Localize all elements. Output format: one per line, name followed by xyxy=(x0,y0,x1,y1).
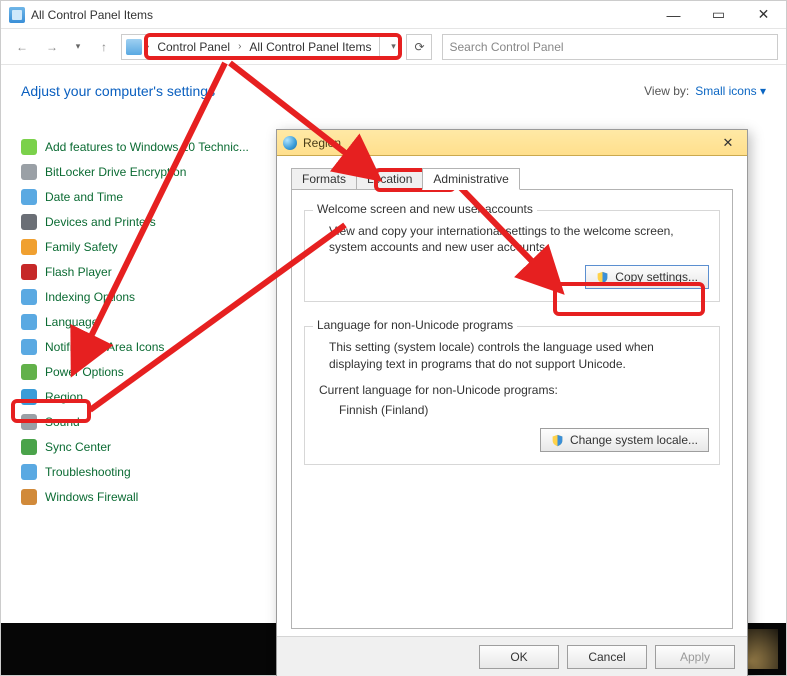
item-icon xyxy=(21,139,37,155)
group-desc: View and copy your international setting… xyxy=(329,223,709,255)
item-icon xyxy=(21,489,37,505)
welcome-screen-group: Welcome screen and new user accounts Vie… xyxy=(304,210,720,302)
breadcrumb-segment[interactable]: All Control Panel Items xyxy=(245,40,375,54)
refresh-button[interactable]: ⟳ xyxy=(406,34,432,60)
shield-icon xyxy=(596,271,609,284)
group-legend: Language for non-Unicode programs xyxy=(313,318,517,332)
item-icon xyxy=(21,364,37,380)
chevron-down-icon: ▾ xyxy=(760,84,766,98)
breadcrumb-icon xyxy=(126,39,142,55)
page-title: Adjust your computer's settings xyxy=(21,83,215,99)
item-label: Windows Firewall xyxy=(45,490,138,504)
tab-panel-administrative: Welcome screen and new user accounts Vie… xyxy=(291,189,733,629)
non-unicode-group: Language for non-Unicode programs This s… xyxy=(304,326,720,465)
breadcrumb-segment[interactable]: Control Panel xyxy=(153,40,234,54)
item-label: Notification Area Icons xyxy=(45,340,164,354)
navigation-bar: ← → ▾ ↑ › Control Panel › All Control Pa… xyxy=(1,29,786,65)
item-label: Add features to Windows 10 Technic... xyxy=(45,140,249,154)
cancel-button[interactable]: Cancel xyxy=(567,645,647,669)
group-legend: Welcome screen and new user accounts xyxy=(313,202,537,216)
item-label: Devices and Printers xyxy=(45,215,156,229)
window-title: All Control Panel Items xyxy=(31,8,153,22)
chevron-right-icon: › xyxy=(238,41,241,52)
item-icon xyxy=(21,164,37,180)
item-label: Sync Center xyxy=(45,440,111,454)
item-icon xyxy=(21,289,37,305)
search-input[interactable]: Search Control Panel xyxy=(442,34,778,60)
item-icon xyxy=(21,189,37,205)
search-placeholder: Search Control Panel xyxy=(449,40,563,54)
dialog-titlebar: Region ✕ xyxy=(277,130,747,156)
copy-settings-button[interactable]: Copy settings... xyxy=(585,265,709,289)
history-dropdown[interactable]: ▾ xyxy=(69,41,87,52)
titlebar: All Control Panel Items — ▭ ✕ xyxy=(1,1,786,29)
forward-button[interactable]: → xyxy=(39,34,65,60)
maximize-button[interactable]: ▭ xyxy=(696,1,741,29)
dialog-title: Region xyxy=(303,136,341,150)
item-label: Region xyxy=(45,390,83,404)
tab-formats[interactable]: Formats xyxy=(291,168,357,190)
change-system-locale-button[interactable]: Change system locale... xyxy=(540,428,709,452)
item-icon xyxy=(21,314,37,330)
item-label: Power Options xyxy=(45,365,124,379)
tabs: Formats Location Administrative xyxy=(291,168,733,190)
tab-administrative[interactable]: Administrative xyxy=(422,168,519,190)
minimize-button[interactable]: — xyxy=(651,1,696,29)
item-icon xyxy=(21,239,37,255)
item-icon xyxy=(21,414,37,430)
close-button[interactable]: ✕ xyxy=(741,1,786,29)
item-label: Date and Time xyxy=(45,190,123,204)
back-button[interactable]: ← xyxy=(9,34,35,60)
item-icon xyxy=(21,389,37,405)
item-icon xyxy=(21,339,37,355)
current-lang-value: Finnish (Finland) xyxy=(339,402,709,418)
group-desc: This setting (system locale) controls th… xyxy=(329,339,709,371)
view-by-value[interactable]: Small icons ▾ xyxy=(695,84,766,98)
control-panel-icon xyxy=(9,7,25,23)
ok-button[interactable]: OK xyxy=(479,645,559,669)
item-label: Language xyxy=(45,315,98,329)
item-label: Sound xyxy=(45,415,80,429)
item-label: Troubleshooting xyxy=(45,465,131,479)
view-by: View by: Small icons ▾ xyxy=(644,84,766,98)
item-icon xyxy=(21,464,37,480)
item-label: Flash Player xyxy=(45,265,112,279)
item-label: BitLocker Drive Encryption xyxy=(45,165,186,179)
dialog-footer: OK Cancel Apply xyxy=(277,636,747,676)
view-by-label: View by: xyxy=(644,84,689,98)
item-icon xyxy=(21,439,37,455)
up-button[interactable]: ↑ xyxy=(91,34,117,60)
globe-icon xyxy=(283,136,297,150)
item-label: Indexing Options xyxy=(45,290,135,304)
item-icon xyxy=(21,264,37,280)
item-label: Family Safety xyxy=(45,240,118,254)
current-lang-label: Current language for non-Unicode program… xyxy=(319,382,709,398)
apply-button[interactable]: Apply xyxy=(655,645,735,669)
breadcrumb[interactable]: › Control Panel › All Control Panel Item… xyxy=(121,34,380,60)
item-icon xyxy=(21,214,37,230)
chevron-right-icon: › xyxy=(146,41,149,52)
region-dialog: Region ✕ Formats Location Administrative… xyxy=(276,129,748,676)
dialog-close-button[interactable]: ✕ xyxy=(715,133,741,153)
tab-location[interactable]: Location xyxy=(356,168,423,190)
shield-icon xyxy=(551,434,564,447)
path-dropdown[interactable]: ▾ xyxy=(384,41,402,52)
